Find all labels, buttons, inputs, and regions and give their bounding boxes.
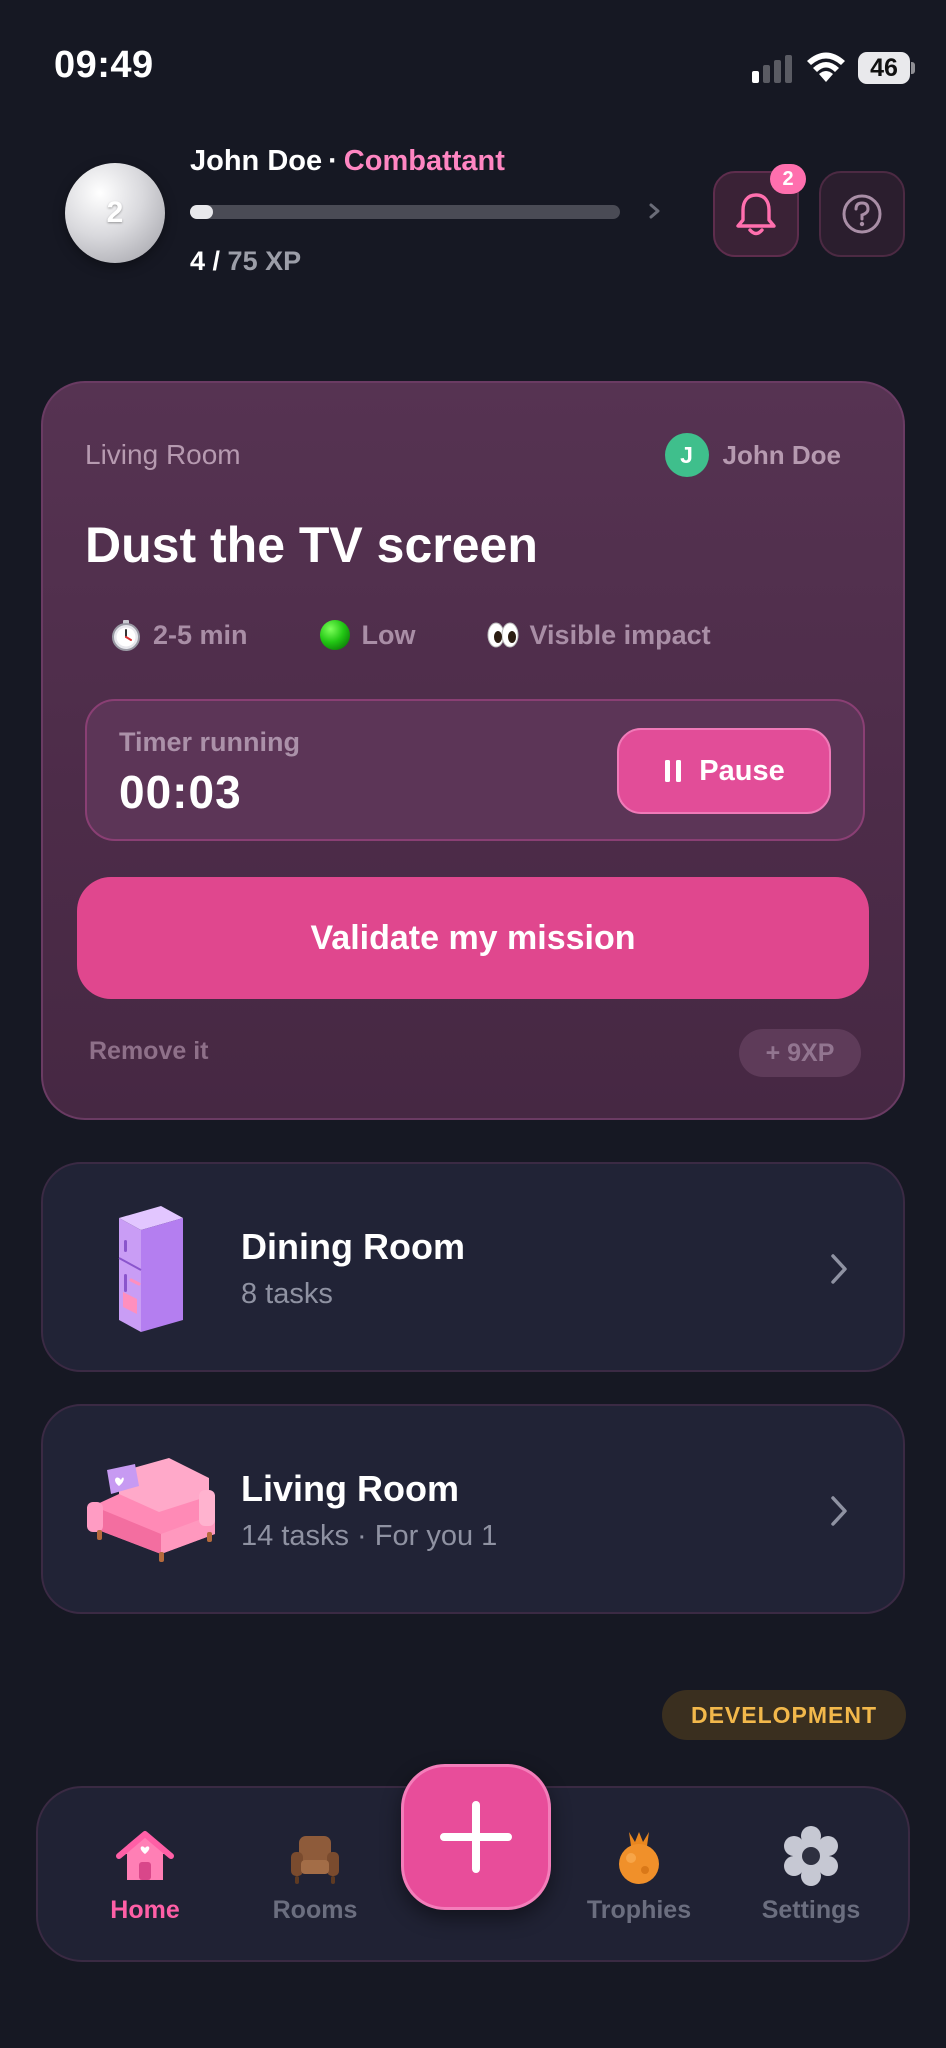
xp-reward-badge: + 9XP: [739, 1029, 861, 1077]
avatar-level: 2: [106, 196, 124, 229]
armchair-icon: [291, 1836, 339, 1884]
nav-rooms[interactable]: Rooms: [240, 1824, 390, 1925]
nav-rooms-label: Rooms: [272, 1896, 358, 1924]
user-line: John Doe · Combattant: [190, 145, 505, 178]
validate-label: Validate my mission: [310, 918, 636, 957]
battery-level: 46: [858, 52, 910, 84]
development-badge: DEVELOPMENT: [662, 1690, 906, 1740]
chevron-right-icon: [831, 1496, 847, 1526]
timer-box: Timer running 00:03 Pause: [85, 699, 865, 841]
xp-total: 75 XP: [227, 246, 302, 276]
mission-assignee[interactable]: J John Doe: [664, 433, 841, 477]
assignee-avatar: J: [664, 433, 709, 477]
user-name: John Doe: [190, 145, 323, 177]
mission-room: Living Room: [85, 439, 241, 470]
pause-label: Pause: [699, 754, 785, 787]
mission-card: Living Room J John Doe Dust the TV scree…: [41, 381, 905, 1120]
user-separator: ·: [328, 145, 338, 177]
cellular-signal-icon: [752, 55, 792, 83]
meta-impact-text: Visible impact: [529, 619, 711, 650]
meta-duration-text: 2-5 min: [153, 619, 248, 650]
wifi-icon: [807, 52, 845, 82]
nav-home-label: Home: [110, 1896, 180, 1924]
green-circle-icon: [319, 620, 350, 650]
nav-settings[interactable]: Settings: [736, 1824, 886, 1925]
add-task-button[interactable]: [401, 1764, 551, 1910]
notification-badge: 2: [770, 164, 806, 194]
room-card-dining-room[interactable]: Dining Room 8 tasks: [41, 1162, 905, 1372]
fridge-icon: [118, 1206, 183, 1332]
trophy-icon: [619, 1832, 659, 1884]
room-name: Living Room: [241, 1468, 459, 1509]
meta-difficulty-text: Low: [361, 619, 416, 650]
status-bar: 09:49 46: [0, 0, 946, 120]
timer-value: 00:03: [119, 766, 242, 818]
room-card-living-room[interactable]: Living Room 14 tasks · For you 1: [41, 1404, 905, 1614]
pause-button[interactable]: Pause: [617, 728, 831, 814]
chevron-right-icon: [831, 1254, 847, 1284]
room-task-count: 8 tasks: [241, 1278, 333, 1310]
mission-meta-row: 2-5 min Low Visible impact: [109, 618, 711, 652]
xp-current: 4: [190, 246, 206, 276]
xp-text: 4 / 75 XP: [190, 246, 301, 277]
nav-trophies-label: Trophies: [586, 1896, 692, 1924]
home-icon: [116, 1831, 174, 1880]
status-time: 09:49: [54, 44, 154, 86]
xp-progress-fill: [190, 205, 213, 219]
help-button[interactable]: [819, 171, 905, 257]
nav-settings-label: Settings: [761, 1896, 861, 1924]
gear-icon: [784, 1826, 838, 1886]
chevron-right-icon[interactable]: [644, 196, 666, 226]
timer-label: Timer running: [119, 727, 301, 757]
battery-tip: [911, 62, 915, 74]
pause-icon: [665, 760, 682, 782]
validate-mission-button[interactable]: Validate my mission: [77, 877, 869, 999]
meta-duration: 2-5 min: [109, 618, 248, 652]
nav-trophies[interactable]: Trophies: [564, 1824, 714, 1925]
assignee-name: John Doe: [722, 439, 841, 470]
stopwatch-icon: [112, 620, 140, 651]
room-name: Dining Room: [241, 1226, 465, 1267]
question-circle-icon: [842, 194, 882, 234]
xp-separator: /: [205, 246, 228, 276]
battery-indicator: 46: [858, 52, 915, 84]
room-task-count: 14 tasks · For you 1: [241, 1520, 498, 1552]
user-rank: Combattant: [343, 145, 505, 177]
remove-mission-link[interactable]: Remove it: [89, 1037, 208, 1066]
meta-difficulty: Low: [318, 618, 416, 652]
eyes-icon: [487, 622, 519, 648]
sofa-icon: [87, 1458, 215, 1562]
user-avatar[interactable]: 2: [65, 163, 165, 263]
meta-impact: Visible impact: [486, 618, 711, 652]
nav-home[interactable]: Home: [70, 1824, 220, 1925]
mission-title: Dust the TV screen: [85, 517, 538, 573]
bell-icon: [736, 193, 776, 236]
plus-icon: [440, 1801, 512, 1873]
xp-progress-bar[interactable]: [190, 205, 620, 219]
